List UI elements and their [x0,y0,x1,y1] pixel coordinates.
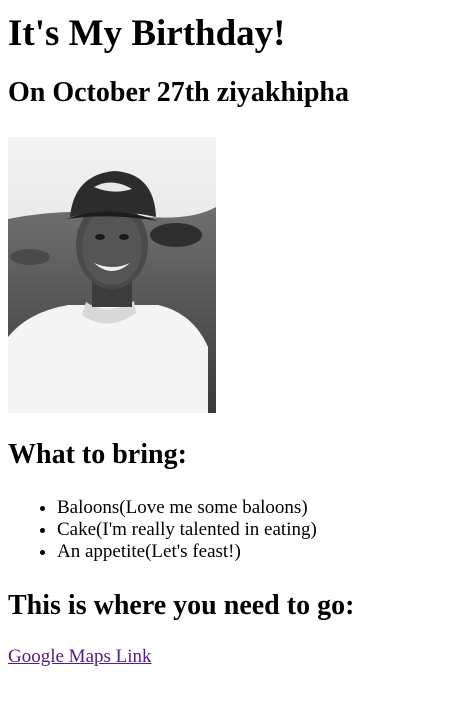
page-subtitle: On October 27th ziyakhipha [8,77,349,108]
list-item: An appetite(Let's feast!) [57,541,459,563]
list-item: Cake(I'm really talented in eating) [57,519,459,541]
list-item: Baloons(Love me some baloons) [57,497,459,519]
page-title: It's My Birthday! [8,13,286,54]
where-to-go-heading: This is where you need to go: [8,590,355,621]
what-to-bring-heading: What to bring: [8,439,187,470]
birthday-photo [8,137,216,413]
bring-list: Baloons(Love me some baloons) Cake(I'm r… [8,497,459,563]
page-content: It's My Birthday! On October 27th ziyakh… [0,13,467,668]
google-maps-link[interactable]: Google Maps Link [8,646,152,668]
